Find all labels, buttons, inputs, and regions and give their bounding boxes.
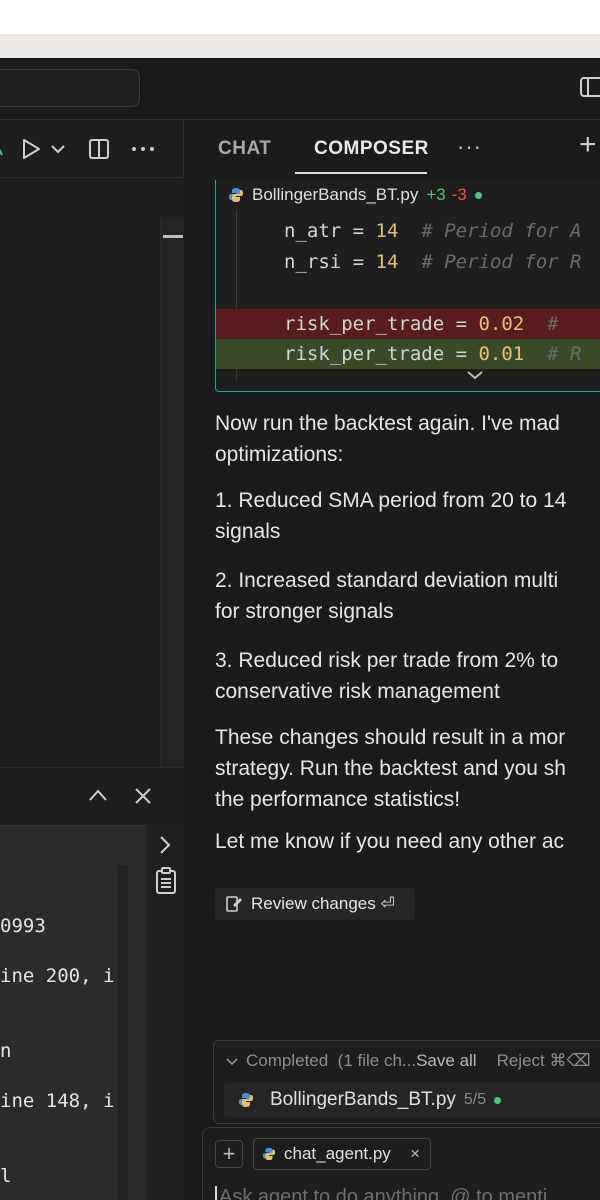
editor-column: 0993 ine 200, i n ine 148, i l — [0, 120, 184, 1200]
terminal-line: n — [0, 1040, 12, 1062]
status-dot — [474, 191, 482, 199]
python-file-icon — [229, 188, 243, 202]
title-bar — [0, 58, 600, 120]
python-file-icon — [239, 1093, 253, 1107]
minimap-slider[interactable] — [163, 235, 183, 238]
python-file-icon — [262, 1147, 276, 1161]
message-line: optimizations: — [215, 443, 344, 466]
top-strip — [0, 34, 600, 58]
chevron-right-icon[interactable] — [159, 835, 171, 855]
code-line-added: risk_per_trade = 0.01 # R — [216, 339, 600, 369]
panel-tabs-bar — [0, 825, 146, 865]
chevron-up-icon[interactable] — [88, 788, 108, 802]
completed-changes-box: Completed (1 file ch...Save all Reject ⌘⌫… — [213, 1040, 600, 1124]
expand-diff-icon[interactable] — [466, 370, 484, 380]
composer-input-box[interactable]: + chat_agent.py × Ask agent to do anythi… — [202, 1127, 600, 1200]
context-file-chip[interactable]: chat_agent.py × — [253, 1138, 431, 1170]
top-bar — [0, 0, 600, 34]
terminal-line: l — [0, 1165, 12, 1187]
lines-added-count: +3 — [426, 185, 446, 204]
split-editor-icon[interactable] — [87, 136, 111, 162]
message-line: for stronger signals — [215, 600, 394, 623]
clipboard-icon[interactable] — [154, 867, 178, 895]
diff-file-name: BollingerBands_BT.py — [252, 185, 419, 204]
message-line: Now run the backtest again. I've mad — [215, 412, 560, 435]
chat-tabs: CHAT COMPOSER ··· + — [185, 120, 600, 178]
completed-status: Completed — [246, 1051, 329, 1070]
message-line: the performance statistics! — [215, 788, 461, 811]
changed-file-name: BollingerBands_BT.py — [270, 1089, 456, 1110]
message-line: 3. Reduced risk per trade from 2% to — [215, 649, 559, 672]
status-dot — [494, 1096, 502, 1104]
composer-placeholder[interactable]: Ask agent to do anything, @ to menti — [215, 1186, 547, 1200]
message-line: signals — [215, 520, 281, 543]
reject-button[interactable]: Reject ⌘⌫ — [497, 1051, 591, 1070]
close-icon[interactable] — [134, 787, 152, 805]
remove-context-icon[interactable]: × — [410, 1144, 420, 1164]
tab-composer[interactable]: COMPOSER — [314, 138, 429, 160]
branch-icon[interactable] — [0, 136, 8, 162]
chevron-down-icon — [226, 1057, 238, 1065]
message-line: These changes should result in a mor — [215, 726, 566, 749]
terminal-line: 0993 — [0, 915, 46, 937]
chevron-down-icon[interactable] — [50, 136, 66, 162]
run-icon[interactable] — [20, 136, 42, 162]
more-icon[interactable]: ··· — [457, 134, 482, 160]
editor-area[interactable] — [0, 179, 184, 767]
save-all-button[interactable]: Save all — [416, 1051, 476, 1070]
panel-header — [0, 767, 184, 825]
new-chat-button[interactable]: + — [579, 128, 597, 162]
message-line: 1. Reduced SMA period from 20 to 14 — [215, 489, 567, 512]
lines-removed-count: -3 — [451, 185, 467, 204]
message-line: conservative risk management — [215, 680, 500, 703]
completed-detail: (1 file ch... — [337, 1051, 417, 1070]
review-icon — [226, 896, 242, 912]
tab-chat[interactable]: CHAT — [218, 138, 271, 160]
code-diff-card: BollingerBands_BT.py +3 -3 n_atr = 14 # … — [215, 180, 600, 392]
terminal-line: ine 148, i — [0, 1090, 115, 1112]
changed-file-row[interactable]: BollingerBands_BT.py 5/5 — [224, 1083, 600, 1117]
panel-side-strip — [146, 825, 184, 1200]
diff-file-header[interactable]: BollingerBands_BT.py +3 -3 — [216, 180, 600, 210]
code-line: n_rsi = 14 # Period for R — [284, 251, 582, 273]
terminal-scrollbar[interactable] — [118, 865, 128, 1200]
review-changes-button[interactable]: Review changes ⏎ — [215, 888, 415, 920]
review-changes-label: Review changes ⏎ — [251, 894, 395, 913]
layout-toggle-icon[interactable] — [578, 75, 600, 99]
editor-toolbar — [0, 120, 184, 178]
more-icon[interactable] — [130, 136, 156, 162]
command-search-box[interactable] — [0, 69, 140, 107]
context-file-name: chat_agent.py — [284, 1144, 391, 1163]
changed-file-count: 5/5 — [463, 1091, 487, 1108]
minimap[interactable] — [160, 219, 184, 767]
tab-active-indicator — [295, 172, 427, 174]
chat-panel: CHAT COMPOSER ··· + BollingerBands_BT.py… — [185, 120, 600, 1200]
terminal-line: ine 200, i — [0, 965, 115, 987]
code-line: n_atr = 14 # Period for A — [284, 220, 582, 242]
message-line: 2. Increased standard deviation multi — [215, 569, 559, 592]
completed-row[interactable]: Completed (1 file ch...Save all Reject ⌘⌫ — [226, 1051, 591, 1071]
message-line: Let me know if you need any other ac — [215, 830, 565, 853]
add-context-button[interactable]: + — [215, 1140, 243, 1168]
message-line: strategy. Run the backtest and you sh — [215, 757, 566, 780]
code-line-removed: risk_per_trade = 0.02 # — [216, 309, 600, 339]
terminal-output[interactable]: 0993 ine 200, i n ine 148, i l — [0, 865, 146, 1200]
